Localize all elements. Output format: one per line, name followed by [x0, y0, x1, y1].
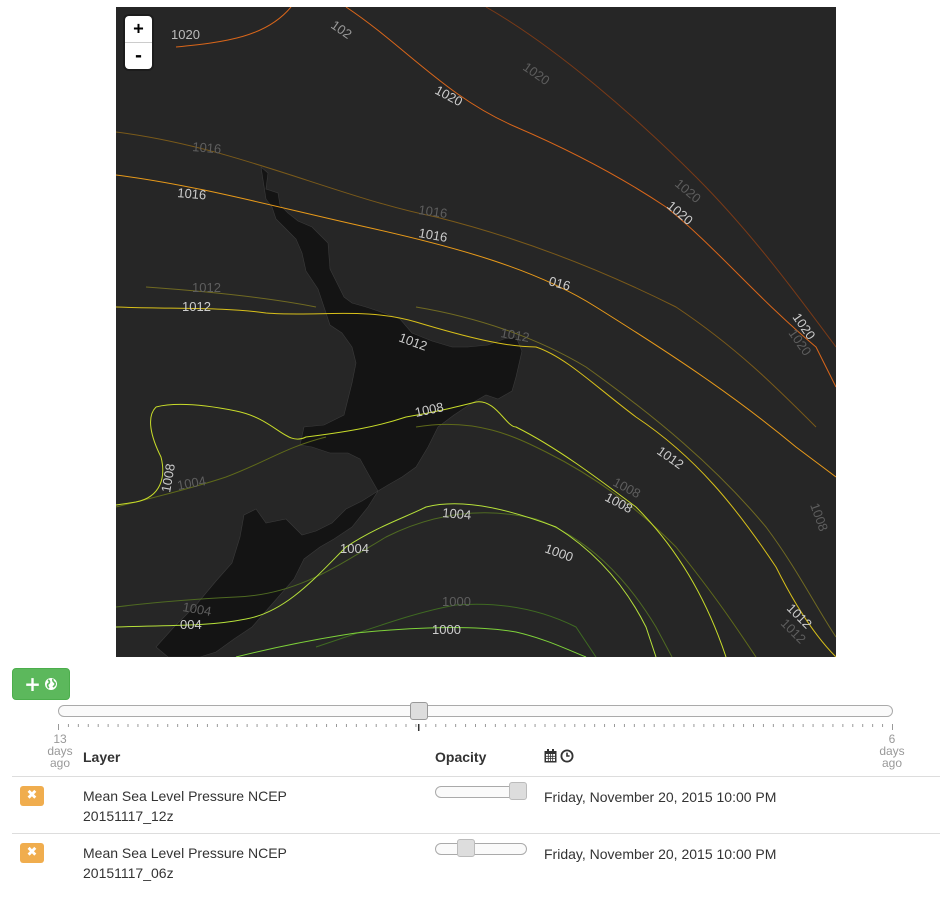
timeline-start-suffix: ago [49, 756, 71, 770]
contour-label: 102 [328, 17, 354, 42]
calendar-icon [544, 749, 557, 763]
zoom-control: + - [125, 16, 152, 69]
layer-name: Mean Sea Level Pressure NCEP 20151117_06… [83, 843, 287, 883]
contour-label: 004 [180, 617, 202, 632]
zoom-out-button[interactable]: - [125, 42, 152, 69]
contour-lines [116, 7, 836, 657]
south-island-land [155, 490, 379, 657]
layer-column-header: Layer [83, 749, 121, 765]
layer-name-run: 20151117_06z [83, 865, 174, 881]
remove-layer-button[interactable]: ✖ [20, 843, 44, 863]
contour-label: 016 [547, 273, 572, 293]
timeline-end-label: 6 days ago [872, 733, 912, 769]
contour-label: 1004 [442, 505, 472, 522]
timeline-start-label: 13 days ago [40, 733, 80, 769]
opacity-column-header: Opacity [435, 749, 487, 765]
layer-name: Mean Sea Level Pressure NCEP 20151117_12… [83, 786, 287, 826]
add-layer-button[interactable]: + [12, 668, 70, 700]
opacity-slider-handle[interactable] [509, 782, 527, 800]
layer-date: Friday, November 20, 2015 10:00 PM [544, 846, 777, 862]
pressure-contour-map: 1020 102 1020 1020 1020 1020 1020 1020 1… [116, 7, 836, 657]
contour-label: 1016 [418, 202, 449, 221]
opacity-slider[interactable] [435, 782, 527, 800]
opacity-slider[interactable] [435, 839, 527, 857]
opacity-slider-handle[interactable] [457, 839, 476, 857]
timeline-end-suffix: ago [881, 756, 903, 770]
plus-icon: + [24, 672, 41, 696]
clock-icon [560, 749, 574, 763]
layer-name-line: Mean Sea Level Pressure NCEP [83, 788, 287, 804]
timeline-slider-handle[interactable] [409, 702, 428, 720]
layer-date: Friday, November 20, 2015 10:00 PM [544, 789, 777, 805]
contour-label: 1000 [543, 541, 575, 565]
contour-label: 1012 [182, 299, 211, 314]
timeline-slider[interactable] [58, 705, 893, 717]
contour-label: 1004 [176, 473, 207, 493]
zoom-in-button[interactable]: + [125, 16, 152, 42]
contour-label: 1016 [417, 225, 448, 245]
contour-label: 1000 [442, 594, 471, 609]
map-view[interactable]: 1020 102 1020 1020 1020 1020 1020 1020 1… [116, 7, 836, 657]
contour-label: 1020 [520, 59, 552, 88]
contour-label: 1012 [192, 280, 221, 295]
contour-label: 1016 [177, 185, 207, 202]
layer-row: ✖ Mean Sea Level Pressure NCEP 20151117_… [12, 777, 940, 832]
contour-label: 1020 [171, 27, 200, 42]
north-island-land [260, 166, 523, 492]
date-column-header [544, 749, 574, 763]
contour-label: 1008 [807, 501, 831, 533]
contour-label: 1000 [432, 622, 461, 637]
layer-name-run: 20151117_12z [83, 808, 174, 824]
contour-label: 1016 [192, 139, 222, 156]
globe-icon [44, 678, 57, 690]
contour-label: 1004 [340, 541, 369, 556]
remove-layer-button[interactable]: ✖ [20, 786, 44, 806]
contour-label: 1012 [654, 443, 686, 472]
timeline-ticks [58, 724, 893, 731]
layer-name-line: Mean Sea Level Pressure NCEP [83, 845, 287, 861]
layer-row: ✖ Mean Sea Level Pressure NCEP 20151117_… [12, 834, 940, 889]
contour-label: 1020 [433, 82, 466, 109]
